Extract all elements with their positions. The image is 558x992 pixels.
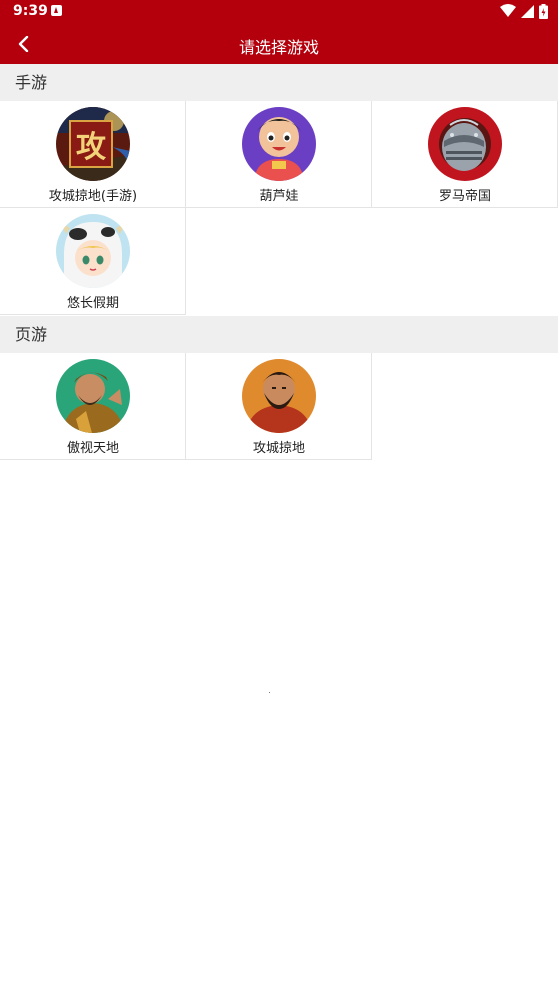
game-item-rome[interactable]: 罗马帝国 — [372, 101, 558, 208]
game-label: 攻城掠地(手游) — [48, 189, 138, 204]
general-warrior-icon — [56, 359, 130, 433]
bearded-general-icon — [242, 359, 316, 433]
section-header-web: 页游 — [0, 316, 558, 353]
app-bar: 请选择游戏 — [0, 24, 558, 64]
system-icons — [500, 3, 548, 19]
game-item-calabash[interactable]: 葫芦娃 — [186, 101, 372, 208]
game-item-long-vacation[interactable]: 悠长假期 — [0, 208, 186, 315]
game-item-aoshi[interactable]: 傲视天地 — [0, 353, 186, 460]
wifi-icon — [500, 4, 516, 17]
game-label: 葫芦娃 — [259, 189, 299, 204]
game-label: 攻城掠地 — [252, 441, 305, 456]
siege-game-icon: 攻 — [56, 107, 130, 181]
notification-app-icon — [51, 5, 62, 16]
svg-text:攻: 攻 — [76, 130, 107, 165]
roman-helmet-icon — [428, 107, 502, 181]
background-speck — [269, 692, 270, 693]
game-label: 悠长假期 — [66, 296, 119, 311]
battery-icon — [539, 3, 548, 19]
page-title: 请选择游戏 — [238, 38, 319, 57]
cow-hood-girl-icon — [56, 214, 130, 288]
section-header-mobile: 手游 — [0, 64, 558, 101]
game-item-siege-web[interactable]: 攻城掠地 — [186, 353, 372, 460]
signal-icon — [521, 4, 534, 18]
game-label: 傲视天地 — [66, 441, 119, 456]
calabash-brother-icon — [242, 107, 316, 181]
status-time: 9:39 — [13, 3, 48, 19]
status-bar: 9:39 — [0, 0, 558, 24]
game-label: 罗马帝国 — [438, 189, 491, 204]
game-item-siege-mobile[interactable]: 攻 攻城掠地(手游) — [0, 101, 186, 208]
